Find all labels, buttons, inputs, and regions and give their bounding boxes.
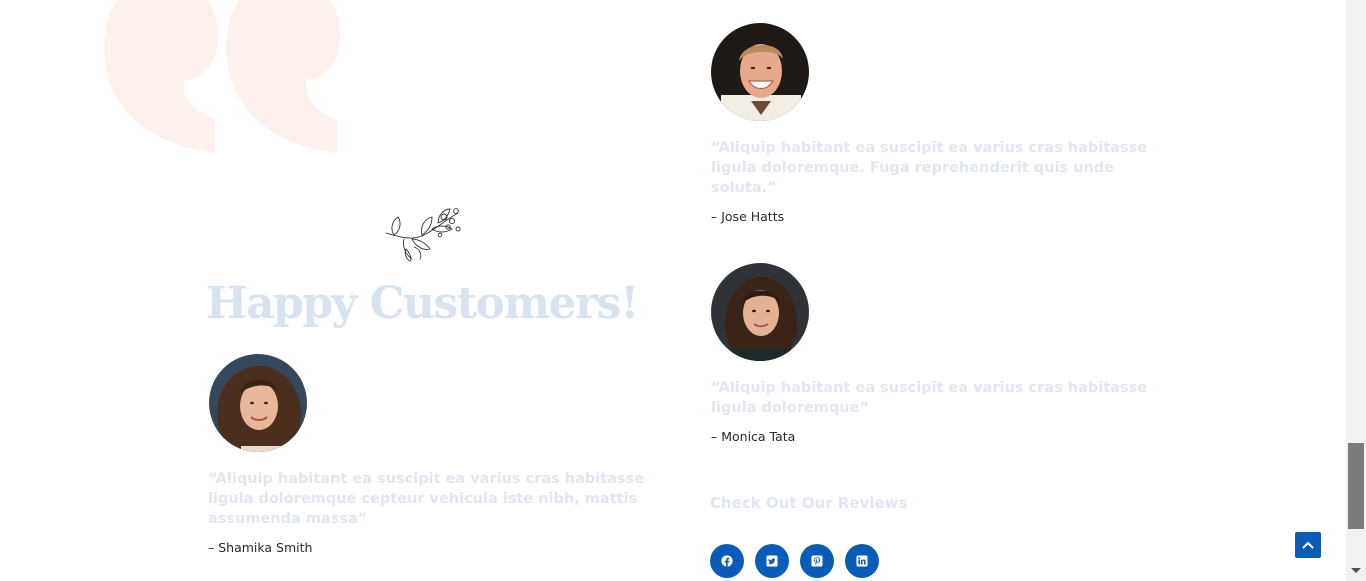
pinterest-icon [811,555,823,567]
scroll-to-top-button[interactable] [1295,532,1321,558]
twitter-button[interactable] [755,544,789,578]
testimonial-author: – Jose Hatts [711,209,785,224]
reviews-heading: Check Out Our Reviews [710,494,908,512]
floral-ornament-icon [385,208,461,262]
pinterest-button[interactable] [800,544,834,578]
avatar-jose-hatts [711,23,809,121]
testimonial-author: – Monica Tata [711,429,796,444]
testimonial-quote: “Aliquip habitant ea suscipit ea varius … [711,140,1148,196]
linkedin-button[interactable] [845,544,879,578]
quote-mark-icon [104,0,340,153]
scroll-down-arrow-icon[interactable] [1351,568,1361,573]
section-title: Happy Customers! [206,278,639,329]
avatar-shamika-smith [209,354,307,452]
chevron-up-icon [1302,542,1314,549]
twitter-icon [766,555,778,567]
linkedin-icon [856,555,868,567]
testimonial-quote: “Aliquip habitant ea suscipit ea varius … [208,471,645,527]
avatar-monica-tata [711,263,809,361]
testimonials-page: Happy Customers! “Aliquip habitant ea su… [0,0,1366,581]
facebook-button[interactable] [710,544,744,578]
testimonial-quote: “Aliquip habitant ea suscipit ea varius … [711,380,1148,416]
social-links [710,544,879,578]
scrollbar-thumb[interactable] [1348,443,1364,529]
facebook-icon [721,555,733,567]
testimonial-author: – Shamika Smith [208,540,313,555]
